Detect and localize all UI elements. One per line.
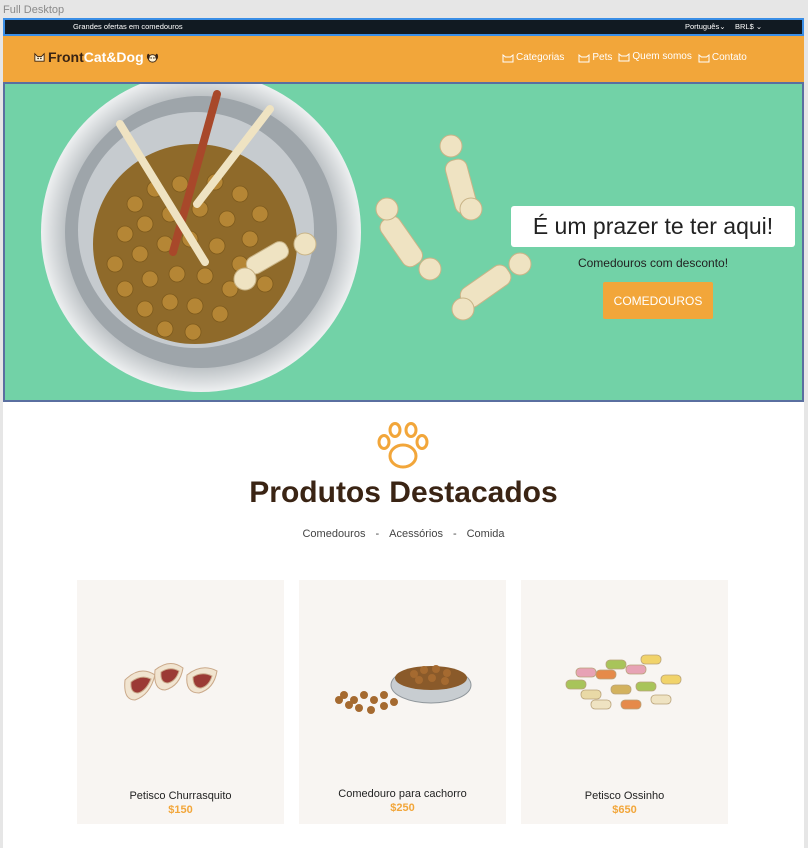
product-image xyxy=(124,663,218,701)
nav-item-label: Categorias xyxy=(516,52,565,63)
announcement-bar: Grandes ofertas em comedouros Português⌄… xyxy=(3,18,804,36)
nav-item-pets[interactable]: Pets xyxy=(578,52,612,63)
product-filters: Comedouros - Acessórios - Comida xyxy=(3,528,804,540)
hero-subtitle: Comedouros com desconto! xyxy=(577,256,729,270)
logo-text: FrontCat&Dog xyxy=(48,49,144,65)
nav-item-label: Contato xyxy=(711,52,747,63)
product-card[interactable]: Petisco Ossinho $650 xyxy=(521,580,728,824)
paw-cat-icon xyxy=(578,53,590,62)
product-price: $250 xyxy=(390,802,415,814)
dog-icon xyxy=(146,53,158,63)
product-card[interactable]: Petisco Churrasquito $150 xyxy=(77,580,284,824)
filter-acessorios[interactable]: Acessórios xyxy=(389,528,443,540)
nav-item-contato[interactable]: Contato xyxy=(698,52,747,63)
comedouros-button[interactable]: COMEDOUROS xyxy=(603,282,713,319)
filter-comida[interactable]: Comida xyxy=(467,528,505,540)
product-price: $650 xyxy=(612,804,637,816)
product-card[interactable]: Comedouro para cachorro $250 xyxy=(299,580,506,824)
paw-cat-icon xyxy=(698,53,710,62)
page-canvas: Grandes ofertas em comedouros Português⌄… xyxy=(3,18,804,848)
product-image xyxy=(565,654,682,710)
filter-separator: - xyxy=(452,528,457,540)
paw-icon xyxy=(377,422,429,469)
product-name: Petisco Churrasquito xyxy=(129,790,232,802)
filter-comedouros[interactable]: Comedouros xyxy=(302,528,365,540)
logo-part-front: Front xyxy=(48,49,84,65)
nav-item-label: Quem somos xyxy=(632,51,692,62)
main-nav: FrontCat&Dog Categorias Pets Quem somos xyxy=(3,36,804,82)
nav-item-categorias[interactable]: Categorias xyxy=(502,52,564,63)
nav-item-quem-somos[interactable]: Quem somos xyxy=(618,50,692,63)
cat-icon xyxy=(34,52,45,62)
product-price: $150 xyxy=(168,804,193,816)
language-selector[interactable]: Português⌄ xyxy=(685,22,725,31)
product-image xyxy=(335,665,472,714)
nav-item-label: Pets xyxy=(592,52,613,63)
paw-cat-icon xyxy=(502,53,514,62)
currency-selector[interactable]: BRL$ ⌄ xyxy=(735,22,762,31)
section-title: Produtos Destacados xyxy=(249,476,558,509)
hero-title: É um prazer te ter aqui! xyxy=(511,206,795,247)
filter-separator: - xyxy=(375,528,380,540)
product-name: Comedouro para cachorro xyxy=(338,788,467,800)
hero-banner: É um prazer te ter aqui! Comedouros com … xyxy=(3,82,804,402)
frame-label: Full Desktop xyxy=(3,4,65,16)
paw-cat-icon xyxy=(618,52,630,61)
nav-menu: Categorias Pets Quem somos Contato xyxy=(502,50,747,63)
logo-part-catdog: Cat&Dog xyxy=(83,49,144,65)
logo[interactable]: FrontCat&Dog xyxy=(33,49,159,65)
promo-text: Grandes ofertas em comedouros xyxy=(73,22,183,31)
product-name: Petisco Ossinho xyxy=(584,790,665,802)
